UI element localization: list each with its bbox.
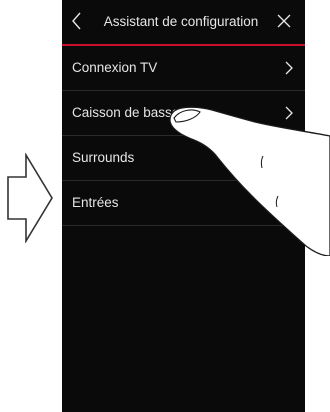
- menu-item-connexion-tv[interactable]: Connexion TV: [62, 46, 305, 91]
- menu-item-caisson-de-basse[interactable]: Caisson de basse: [62, 91, 305, 136]
- instruction-illustration: Assistant de configuration Connexion TV …: [0, 0, 330, 412]
- arrow-right-outline-icon: [7, 153, 53, 243]
- menu-item-label: Connexion TV: [72, 60, 158, 75]
- menu-item-label: Caisson de basse: [72, 105, 180, 120]
- close-icon[interactable]: [276, 13, 292, 29]
- chevron-right-icon: [285, 106, 293, 120]
- chevron-left-icon[interactable]: [68, 10, 86, 32]
- menu-item-label: Entrées: [72, 195, 119, 210]
- app-header: Assistant de configuration: [62, 0, 305, 46]
- settings-list: Connexion TV Caisson de basse Surrounds …: [62, 46, 305, 226]
- page-title: Assistant de configuration: [103, 14, 259, 29]
- menu-item-surrounds[interactable]: Surrounds: [62, 136, 305, 181]
- chevron-right-icon: [285, 61, 293, 75]
- menu-item-label: Surrounds: [72, 150, 135, 165]
- phone-screen: Assistant de configuration Connexion TV …: [62, 0, 305, 412]
- menu-item-entrees[interactable]: Entrées: [62, 181, 305, 226]
